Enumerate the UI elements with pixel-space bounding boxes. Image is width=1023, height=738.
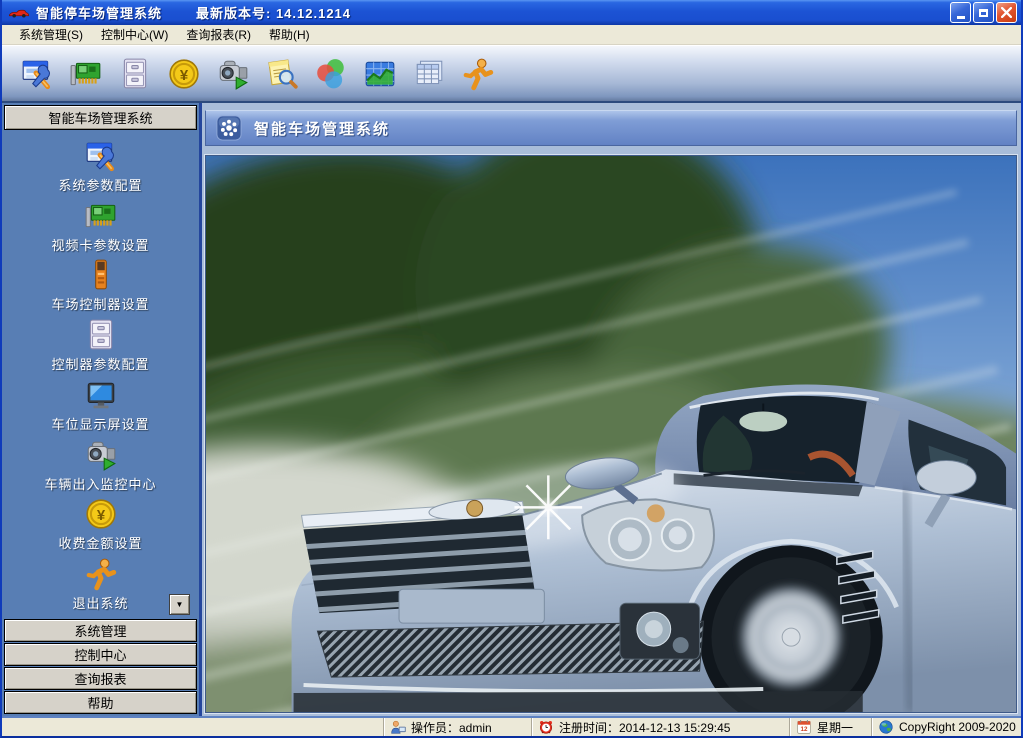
- system-config-icon: [84, 139, 118, 173]
- minimize-icon: [957, 16, 965, 19]
- minimize-button[interactable]: [950, 2, 971, 23]
- nav-item-label: 退出系统: [72, 593, 128, 612]
- car-icon: [8, 6, 30, 20]
- nav-item-label: 车场控制器设置: [51, 294, 149, 313]
- toolbar-fee-settings-button[interactable]: ¥: [167, 57, 201, 91]
- sidebar-nav: 系统参数配置视频卡参数设置车场控制器设置控制器参数配置车位显示屏设置车辆出入监控…: [4, 132, 197, 619]
- svg-text:¥: ¥: [96, 508, 105, 524]
- register-time-label: 注册时间：2014-12-13 15:29:45: [559, 719, 730, 736]
- statusbar-operator: 操作员：admin: [383, 718, 531, 736]
- statusbar-weekday: 12 星期一: [789, 718, 871, 736]
- cabinet-icon: [118, 57, 152, 91]
- sidebar-button-control-center[interactable]: 控制中心: [4, 643, 197, 666]
- coin-yen-icon: ¥: [84, 497, 118, 531]
- toolbar-exit-button[interactable]: [461, 57, 495, 91]
- sidebar-button-query-reports[interactable]: 查询报表: [4, 667, 197, 690]
- svg-text:¥: ¥: [180, 67, 189, 83]
- menu-help[interactable]: 帮助(H): [260, 24, 319, 45]
- operator-label: 操作员：admin: [411, 719, 492, 736]
- sidebar: 智能车场管理系统 系统参数配置视频卡参数设置车场控制器设置控制器参数配置车位显示…: [2, 103, 202, 716]
- restore-icon: [979, 9, 988, 17]
- statusbar-spacer: [2, 718, 383, 736]
- menu-control-center[interactable]: 控制中心(W): [92, 24, 177, 45]
- svg-text:12: 12: [801, 726, 808, 733]
- alarm-clock-icon: [538, 719, 554, 735]
- statusbar-register-time: 注册时间：2014-12-13 15:29:45: [531, 718, 789, 736]
- sidebar-button-system-management[interactable]: 系统管理: [4, 619, 197, 642]
- close-button[interactable]: [996, 2, 1017, 23]
- nav-item-label: 收费金额设置: [58, 533, 142, 552]
- main-panel-title: 智能车场管理系统: [254, 118, 390, 139]
- cabinet-icon: [84, 318, 118, 352]
- controller-icon: [84, 258, 118, 292]
- nav-item-label: 车位显示屏设置: [51, 414, 149, 433]
- nav-system-params[interactable]: 系统参数配置: [4, 139, 197, 194]
- running-man-icon: [461, 57, 495, 91]
- search-doc-icon: [265, 57, 299, 91]
- nav-lot-controller[interactable]: 车场控制器设置: [4, 258, 197, 313]
- toolbar-system-config-button[interactable]: [20, 57, 54, 91]
- toolbar-grid-report-button[interactable]: [412, 57, 446, 91]
- weekday-label: 星期一: [817, 719, 853, 736]
- video-card-icon: [84, 199, 118, 233]
- operator-icon: [390, 719, 406, 735]
- running-man-icon: [84, 557, 118, 591]
- app-window: 智能停车场管理系统 最新版本号: 14.12.1214 系统管理(S)控制中心(…: [0, 0, 1023, 738]
- menu-system-management[interactable]: 系统管理(S): [10, 24, 92, 45]
- content-area: 智能车场管理系统 系统参数配置视频卡参数设置车场控制器设置控制器参数配置车位显示…: [2, 103, 1021, 716]
- camera-icon: [216, 57, 250, 91]
- main-panel: 智能车场管理系统: [202, 103, 1021, 716]
- close-icon: [1001, 7, 1012, 18]
- window-controls: [950, 2, 1017, 23]
- toolbar-chart-button[interactable]: [363, 57, 397, 91]
- globe-icon: [878, 719, 894, 735]
- grid-table-icon: [412, 57, 446, 91]
- gear-dots-icon: [216, 115, 242, 141]
- toolbar-statistics-button[interactable]: [314, 57, 348, 91]
- status-bar: 操作员：admin 注册时间：2014-12-13 15:29:45 12 星期…: [2, 716, 1021, 736]
- nav-item-label: 系统参数配置: [58, 175, 142, 194]
- nav-item-label: 视频卡参数设置: [51, 235, 149, 254]
- restore-button[interactable]: [973, 2, 994, 23]
- color-circles-icon: [314, 57, 348, 91]
- copyright-label: CopyRight 2009-2020: [899, 720, 1016, 734]
- sidebar-bottom-buttons: 系统管理控制中心查询报表帮助: [4, 619, 197, 714]
- nav-item-label: 车辆出入监控中心: [44, 474, 156, 493]
- main-panel-header: 智能车场管理系统: [205, 110, 1017, 146]
- coin-yen-icon: ¥: [167, 57, 201, 91]
- monitor-icon: [84, 378, 118, 412]
- sidebar-header: 智能车场管理系统: [4, 105, 197, 130]
- nav-video-card-params[interactable]: 视频卡参数设置: [4, 199, 197, 254]
- toolbar-video-card-button[interactable]: [69, 57, 103, 91]
- toolbar-controller-params-button[interactable]: [118, 57, 152, 91]
- version-label: 最新版本号: 14.12.1214: [196, 3, 351, 22]
- nav-controller-params[interactable]: 控制器参数配置: [4, 318, 197, 373]
- nav-item-label: 控制器参数配置: [51, 354, 149, 373]
- toolbar: ¥: [2, 45, 1021, 103]
- window-title: 智能停车场管理系统: [36, 3, 162, 22]
- toolbar-monitor-center-button[interactable]: [216, 57, 250, 91]
- menu-bar: 系统管理(S)控制中心(W)查询报表(R)帮助(H): [2, 25, 1021, 45]
- menu-query-reports[interactable]: 查询报表(R): [177, 24, 260, 45]
- nav-monitor-center[interactable]: 车辆出入监控中心: [4, 438, 197, 493]
- toolbar-query-button[interactable]: [265, 57, 299, 91]
- sidebar-button-help[interactable]: 帮助: [4, 691, 197, 714]
- statusbar-copyright: CopyRight 2009-2020: [871, 718, 1021, 736]
- main-image-area: [205, 155, 1017, 713]
- camera-icon: [84, 438, 118, 472]
- car-photo: [206, 156, 1016, 712]
- calendar-icon: 12: [796, 719, 812, 735]
- line-chart-icon: [363, 57, 397, 91]
- title-bar: 智能停车场管理系统 最新版本号: 14.12.1214: [2, 0, 1021, 25]
- video-card-icon: [69, 57, 103, 91]
- system-config-icon: [20, 57, 54, 91]
- nav-display-screen[interactable]: 车位显示屏设置: [4, 378, 197, 433]
- sidebar-scroll-down-button[interactable]: ▼: [169, 594, 190, 615]
- nav-fee-amount[interactable]: ¥ 收费金额设置: [4, 497, 197, 552]
